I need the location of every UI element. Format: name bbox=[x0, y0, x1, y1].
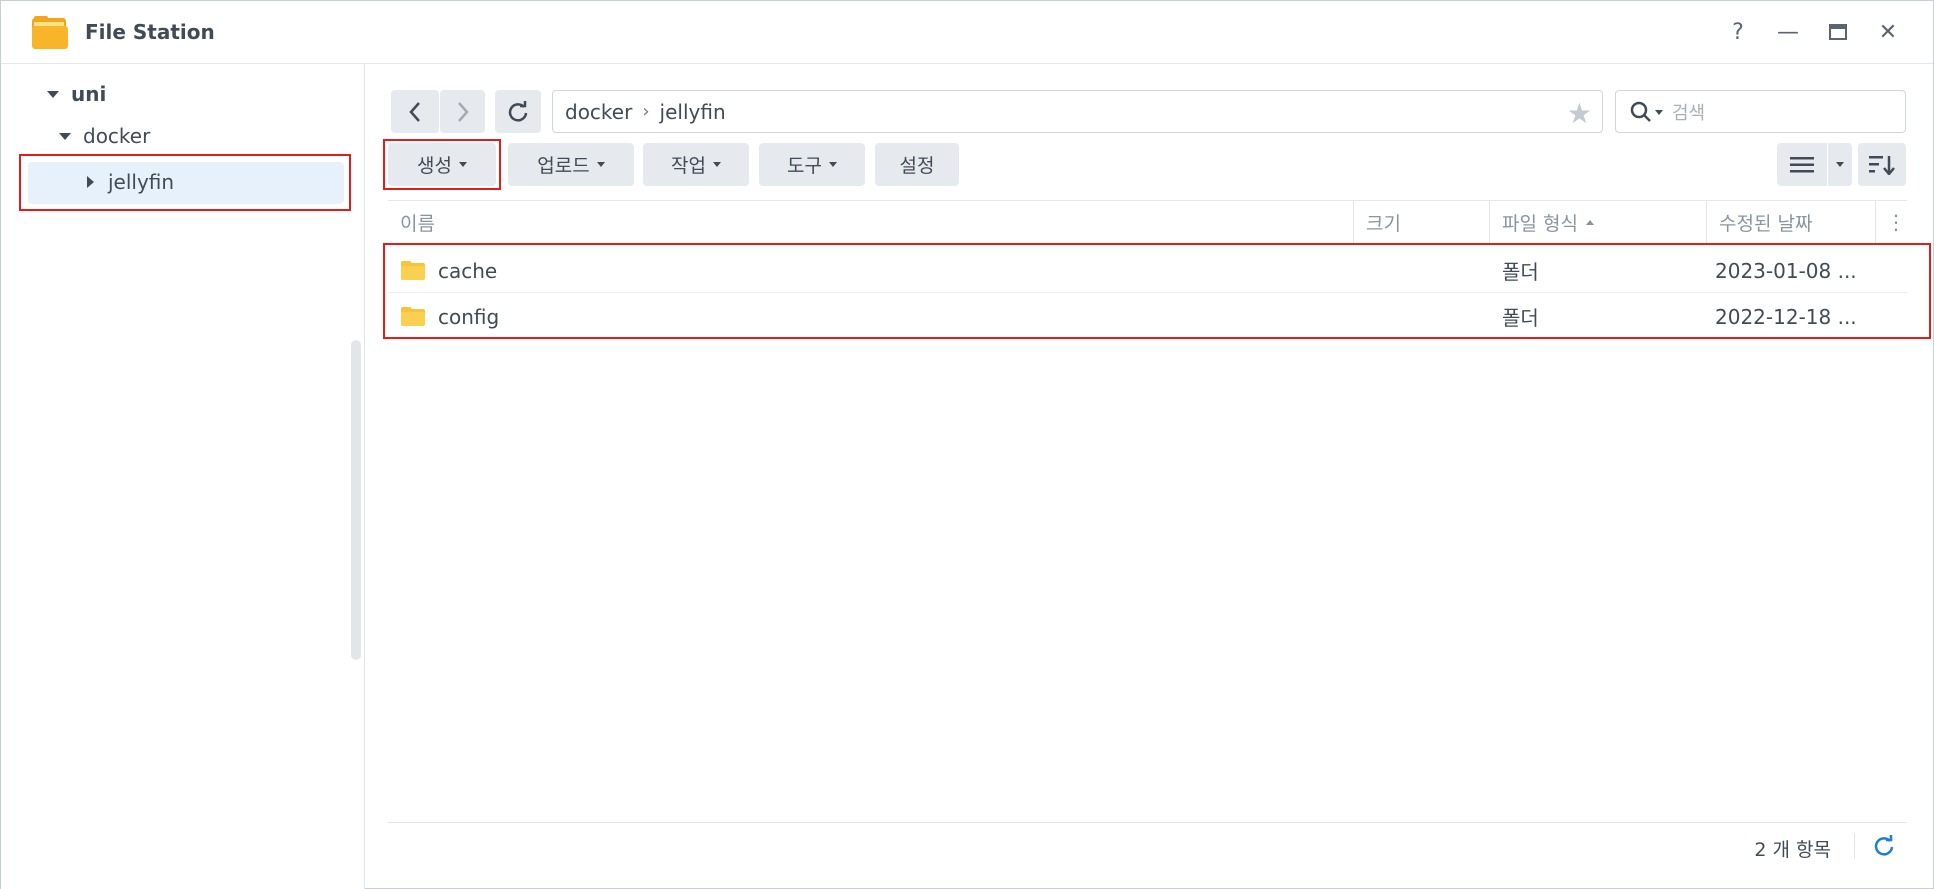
table-header: 이름 크기 파일 형식 수정된 날짜 ⋮ bbox=[388, 200, 1907, 244]
column-header-size[interactable]: 크기 bbox=[1354, 201, 1490, 243]
column-label: 파일 형식 bbox=[1502, 212, 1578, 235]
chevron-right-icon bbox=[457, 101, 469, 122]
folder-icon bbox=[401, 307, 425, 326]
close-button[interactable]: ✕ bbox=[1873, 17, 1903, 47]
dropdown-caret-icon bbox=[1836, 162, 1844, 167]
back-button[interactable] bbox=[391, 90, 439, 133]
folder-icon bbox=[401, 261, 425, 280]
help-button[interactable]: ? bbox=[1723, 17, 1753, 47]
view-mode-button[interactable] bbox=[1777, 143, 1827, 186]
file-name: cache bbox=[438, 258, 498, 283]
dropdown-caret-icon bbox=[828, 162, 837, 167]
minimize-button[interactable]: — bbox=[1773, 17, 1803, 47]
upload-label: 업로드 bbox=[537, 155, 590, 177]
path-separator-icon: › bbox=[642, 101, 650, 122]
tree-item-docker[interactable]: docker bbox=[59, 124, 150, 148]
column-label: 수정된 날짜 bbox=[1719, 212, 1813, 235]
title-bar[interactable]: File Station ? — ✕ bbox=[1, 1, 1933, 64]
sort-icon bbox=[1869, 155, 1895, 175]
maximize-icon bbox=[1829, 24, 1847, 40]
action-button[interactable]: 작업 bbox=[643, 143, 749, 186]
chevron-left-icon bbox=[409, 101, 420, 122]
tools-button[interactable]: 도구 bbox=[759, 143, 865, 186]
footer-refresh-button[interactable] bbox=[1869, 831, 1899, 861]
dropdown-caret-icon bbox=[712, 162, 721, 167]
tree-item-label: docker bbox=[83, 124, 151, 148]
forward-button[interactable] bbox=[440, 90, 485, 133]
list-view-icon bbox=[1790, 156, 1814, 172]
tree-item-jellyfin[interactable]: jellyfin bbox=[87, 170, 174, 194]
folder-tree-pane: uni docker jellyfin bbox=[1, 64, 365, 889]
tree-scrollbar[interactable] bbox=[351, 340, 361, 660]
dropdown-caret-icon bbox=[458, 162, 467, 167]
refresh-icon bbox=[1874, 835, 1894, 856]
favorite-star-icon[interactable]: ★ bbox=[1567, 97, 1592, 130]
action-label: 작업 bbox=[671, 155, 706, 177]
settings-button[interactable]: 설정 bbox=[875, 143, 959, 186]
tree-selection-highlight bbox=[28, 162, 344, 204]
table-row[interactable]: config 폴더 2022-12-18 ... bbox=[388, 294, 1907, 339]
item-count: 2 개 항목 bbox=[1754, 839, 1831, 861]
search-placeholder: 검색 bbox=[1672, 102, 1706, 124]
path-bar[interactable]: docker › jellyfin ★ bbox=[552, 90, 1603, 133]
sort-ascending-icon bbox=[1585, 219, 1594, 225]
expanded-arrow-icon[interactable] bbox=[59, 132, 71, 140]
create-button[interactable]: 생성 bbox=[388, 143, 496, 186]
column-header-type[interactable]: 파일 형식 bbox=[1490, 201, 1706, 243]
path-segment-jellyfin[interactable]: jellyfin bbox=[660, 100, 726, 124]
help-icon: ? bbox=[1732, 19, 1744, 45]
maximize-button[interactable] bbox=[1823, 17, 1853, 47]
create-label: 생성 bbox=[417, 155, 452, 177]
column-label: 크기 bbox=[1366, 212, 1401, 235]
close-icon: ✕ bbox=[1878, 19, 1898, 45]
file-station-window: File Station ? — ✕ uni docker jellyfin d… bbox=[0, 0, 1934, 889]
column-header-modified[interactable]: 수정된 날짜 bbox=[1707, 201, 1875, 243]
settings-label: 설정 bbox=[899, 155, 935, 177]
file-modified: 2022-12-18 ... bbox=[1715, 304, 1857, 329]
search-input[interactable]: 검색 bbox=[1615, 90, 1906, 133]
status-bar: 2 개 항목 bbox=[388, 822, 1907, 868]
upload-button[interactable]: 업로드 bbox=[508, 143, 634, 186]
more-vertical-icon: ⋮ bbox=[1886, 210, 1906, 234]
dropdown-caret-icon bbox=[596, 162, 605, 167]
collapsed-arrow-icon[interactable] bbox=[87, 176, 94, 188]
column-options-button[interactable]: ⋮ bbox=[1876, 201, 1907, 243]
tree-item-label: jellyfin bbox=[108, 170, 175, 194]
file-name: config bbox=[438, 304, 500, 329]
column-label: 이름 bbox=[400, 212, 435, 235]
column-header-name[interactable]: 이름 bbox=[388, 201, 1353, 243]
path-segment-docker[interactable]: docker bbox=[565, 100, 632, 124]
tools-label: 도구 bbox=[787, 155, 822, 177]
file-modified: 2023-01-08 ... bbox=[1715, 258, 1857, 283]
file-type: 폴더 bbox=[1502, 306, 1539, 330]
minimize-icon: — bbox=[1777, 19, 1799, 45]
footer-divider bbox=[1854, 833, 1855, 859]
search-icon[interactable] bbox=[1630, 101, 1664, 123]
refresh-icon bbox=[508, 100, 528, 122]
expanded-arrow-icon[interactable] bbox=[47, 90, 59, 98]
refresh-button[interactable] bbox=[495, 90, 541, 133]
file-station-app-icon bbox=[32, 16, 68, 49]
tree-item-uni[interactable]: uni bbox=[47, 82, 106, 106]
window-title: File Station bbox=[85, 20, 215, 44]
file-type: 폴더 bbox=[1502, 260, 1539, 284]
sort-button[interactable] bbox=[1858, 143, 1906, 186]
view-mode-dropdown[interactable] bbox=[1828, 143, 1852, 186]
table-row[interactable]: cache 폴더 2023-01-08 ... bbox=[388, 248, 1907, 293]
tree-item-label: uni bbox=[71, 82, 107, 106]
